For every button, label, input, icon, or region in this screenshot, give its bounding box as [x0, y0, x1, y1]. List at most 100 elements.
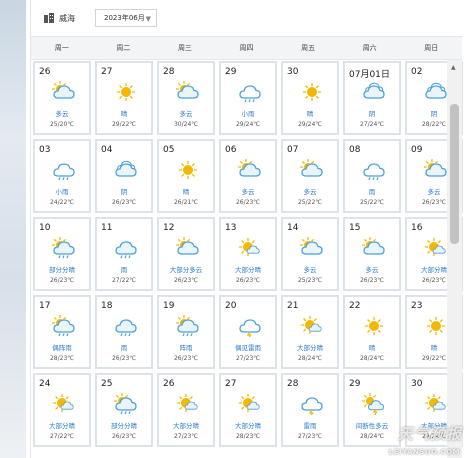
weather-condition: 多云 [303, 266, 317, 274]
light-rain-icon [52, 159, 76, 181]
weather-condition: 雷雨 [303, 422, 317, 430]
day-cell[interactable]: 18 雨 26/23℃ [95, 295, 153, 369]
city-label[interactable]: 威海 [59, 13, 75, 24]
partly-cloudy-icon [423, 158, 448, 181]
sunny-icon [114, 81, 138, 103]
thunder-icon [238, 315, 262, 339]
day-number: 28 [287, 379, 299, 389]
day-number: 26 [163, 379, 175, 389]
toolbar: 威海 2023年06月 ▼ [31, 0, 462, 36]
day-cell[interactable]: 11 雨 27/22℃ [95, 217, 153, 291]
temperature-range: 26/23℃ [111, 433, 137, 440]
weather-condition: 晴 [306, 110, 314, 118]
weather-condition: 晴 [182, 188, 190, 196]
sun-rain-icon [51, 236, 76, 259]
day-number: 23 [411, 301, 423, 311]
temperature-range: 29/24℃ [235, 121, 261, 128]
temperature-range: 24/22℃ [49, 199, 75, 206]
day-cell[interactable]: 05 晴 26/21℃ [157, 139, 215, 213]
temperature-range: 30/24℃ [173, 121, 199, 128]
day-number: 07 [287, 145, 299, 155]
partly-cloudy-icon [51, 80, 76, 103]
day-cell[interactable]: 15 多云 26/23℃ [343, 217, 401, 291]
temperature-range: 26/23℃ [173, 277, 199, 284]
day-cell[interactable]: 07 多云 25/22℃ [281, 139, 339, 213]
day-cell[interactable]: 25 部分分晴 26/23℃ [95, 373, 153, 447]
day-number: 30 [287, 67, 299, 77]
temperature-range: 29/24℃ [297, 121, 323, 128]
day-cell[interactable]: 27 晴 29/22℃ [95, 61, 153, 135]
day-cell[interactable]: 07月01日阴 27/24℃ [343, 61, 401, 135]
month-select[interactable]: 2023年06月 ▼ [95, 9, 157, 27]
day-cell[interactable]: 21 大部分晴 28/24℃ [281, 295, 339, 369]
sunny-icon [300, 81, 324, 103]
day-cell[interactable]: 22 晴 28/24℃ [343, 295, 401, 369]
partly-cloudy-icon [361, 236, 386, 259]
temperature-range: 25/20℃ [49, 121, 75, 128]
weather-condition: 阵雨 [179, 344, 193, 352]
day-cell[interactable]: 06 多云 26/23℃ [219, 139, 277, 213]
day-cell[interactable]: 24 大部分晴 27/22℃ [33, 373, 91, 447]
temperature-range: 25/23℃ [297, 277, 323, 284]
day-number: 25 [101, 379, 113, 389]
day-number: 15 [349, 223, 361, 233]
temperature-range: 26/23℃ [235, 277, 261, 284]
day-cell[interactable]: 28 多云 30/24℃ [157, 61, 215, 135]
mostly-sunny-icon [238, 393, 262, 415]
weather-condition: 小雨 [241, 110, 255, 118]
day-cell[interactable]: 17 偶阵雨 28/23℃ [33, 295, 91, 369]
scrollbar[interactable]: ▲ [447, 60, 462, 458]
day-number: 18 [101, 301, 113, 311]
temperature-range: 27/22℃ [49, 433, 75, 440]
day-cell[interactable]: 29 间断性多云 28/24℃ [343, 373, 401, 447]
day-number: 13 [225, 223, 237, 233]
day-number: 08 [349, 145, 361, 155]
light-rain-icon [238, 81, 262, 103]
calendar-grid: 26 多云 25/20℃ 27 晴 29/22℃ 28 多云 30/24℃ 29 小雨 29/24℃… [31, 60, 463, 458]
day-cell[interactable]: 27 大部分晴 28/23℃ [219, 373, 277, 447]
day-cell[interactable]: 28 雷雨 27/23℃ [281, 373, 339, 447]
partly-cloudy-icon [299, 236, 324, 259]
day-cell[interactable]: 08 雨 25/22℃ [343, 139, 401, 213]
temperature-range: 28/23℃ [235, 433, 261, 440]
day-number: 14 [287, 223, 299, 233]
temperature-range: 26/21℃ [173, 199, 199, 206]
weekday-label: 周三 [177, 44, 192, 52]
day-cell[interactable]: 10 部分分晴 26/23℃ [33, 217, 91, 291]
partly-cloudy-icon [175, 236, 200, 259]
sun-rain-icon [51, 314, 76, 337]
day-cell[interactable]: 04 阴 26/23℃ [95, 139, 153, 213]
sun-storm-icon [361, 392, 386, 416]
weather-condition: 雨 [120, 344, 128, 352]
weekday-label: 周六 [362, 44, 377, 52]
weather-condition: 晴 [368, 344, 376, 352]
day-cell[interactable]: 14 多云 25/23℃ [281, 217, 339, 291]
day-cell[interactable]: 26 多云 25/20℃ [33, 61, 91, 135]
weekday-label: 周五 [301, 44, 316, 52]
day-cell[interactable]: 13 大部分晴 26/23℃ [219, 217, 277, 291]
day-cell[interactable]: 20 偶见雷雨 27/23℃ [219, 295, 277, 369]
day-cell[interactable]: 19 阵雨 26/23℃ [157, 295, 215, 369]
temperature-range: 28/24℃ [359, 433, 385, 440]
day-number: 24 [39, 379, 51, 389]
weather-condition: 部分分晴 [111, 422, 137, 430]
temperature-range: 26/23℃ [111, 355, 137, 362]
day-cell[interactable]: 29 小雨 29/24℃ [219, 61, 277, 135]
day-cell[interactable]: 26 大部分晴 27/23℃ [157, 373, 215, 447]
chevron-down-icon: ▼ [145, 15, 151, 23]
day-cell[interactable]: 30 晴 29/24℃ [281, 61, 339, 135]
weekday-label: 周四 [239, 44, 254, 52]
temperature-range: 28/24℃ [359, 355, 385, 362]
day-cell[interactable]: 12 大部分多云 26/23℃ [157, 217, 215, 291]
day-number: 29 [349, 379, 361, 389]
day-number: 21 [287, 301, 299, 311]
sun-rain-icon [175, 314, 200, 337]
day-number: 22 [349, 301, 361, 311]
day-number: 06 [225, 145, 237, 155]
scrollbar-thumb[interactable] [450, 104, 459, 244]
day-cell[interactable]: 03 小雨 24/22℃ [33, 139, 91, 213]
scroll-up-icon[interactable]: ▲ [451, 64, 456, 71]
cloudy-icon [424, 81, 448, 103]
thunder-icon [300, 393, 324, 417]
weather-condition: 小雨 [55, 188, 69, 196]
